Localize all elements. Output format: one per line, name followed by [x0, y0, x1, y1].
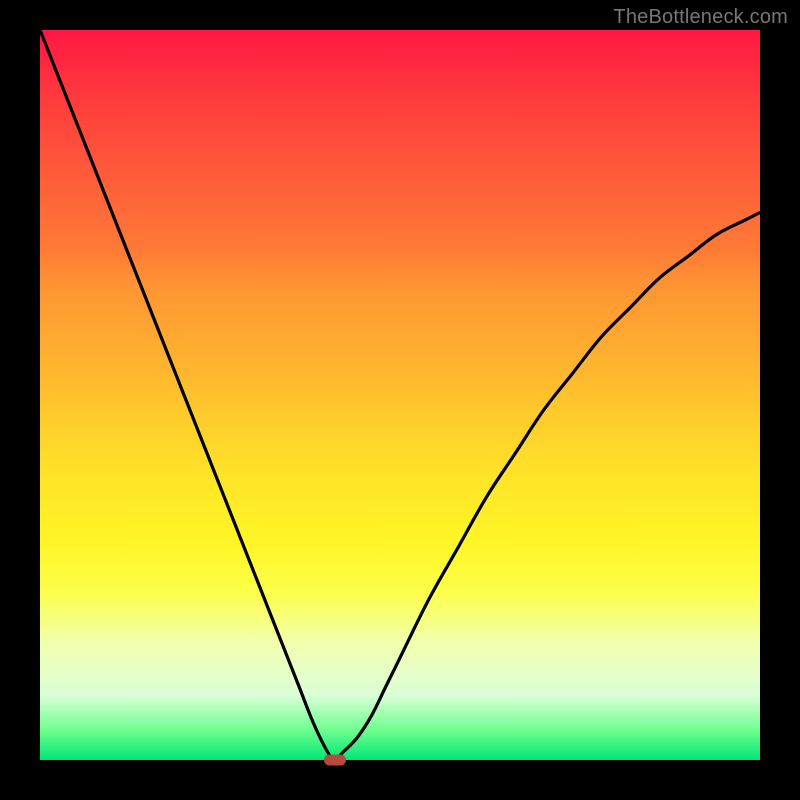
watermark-text: TheBottleneck.com — [613, 6, 788, 29]
chart-frame: TheBottleneck.com — [0, 0, 800, 800]
optimal-point-marker — [324, 755, 346, 766]
gradient-background — [40, 30, 760, 760]
